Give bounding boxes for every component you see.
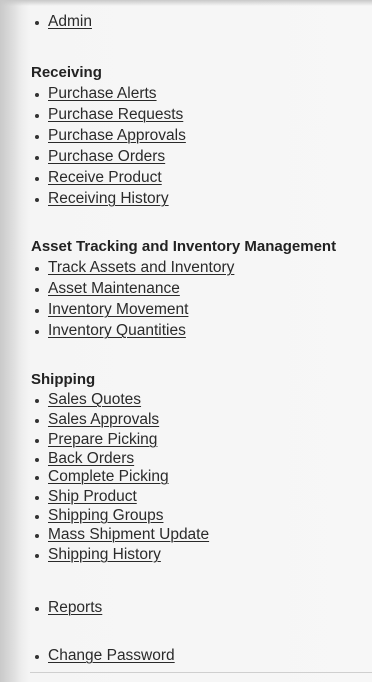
receive-product-link[interactable]: Receive Product [48,169,162,186]
bottom-divider [30,672,372,673]
inventory-movement-link[interactable]: Inventory Movement [48,301,188,318]
menu-item-receiving-history: Receiving History [34,188,186,209]
menu-item-ship-product: Ship Product [34,487,209,506]
asset-tracking-section: Asset Tracking and Inventory Management … [31,237,337,341]
receiving-list: Purchase Alerts Purchase Requests Purcha… [34,83,186,209]
menu-item-inventory-movement: Inventory Movement [34,299,336,320]
asset-maintenance-link[interactable]: Asset Maintenance [48,280,180,297]
reports-list: Reports [34,597,102,619]
change-password-section: Change Password [34,645,175,667]
shipping-section: Shipping Sales Quotes Sales Approvals Pr… [31,370,209,565]
nav-panel: Admin Receiving Purchase Alerts Purchase… [0,0,372,682]
reports-link[interactable]: Reports [48,599,102,616]
menu-item-receive-product: Receive Product [34,167,186,188]
asset-tracking-list: Track Assets and Inventory Asset Mainten… [34,257,336,341]
prepare-picking-link[interactable]: Prepare Picking [48,431,157,448]
inventory-quantities-link[interactable]: Inventory Quantities [48,322,186,339]
shipping-heading: Shipping [31,371,96,388]
receiving-section: Receiving Purchase Alerts Purchase Reque… [31,63,186,209]
menu-item-asset-maintenance: Asset Maintenance [34,278,336,299]
receiving-history-link[interactable]: Receiving History [48,190,169,207]
change-password-list: Change Password [34,645,175,667]
complete-picking-link[interactable]: Complete Picking [48,468,169,485]
menu-item-change-password: Change Password [34,645,175,667]
asset-tracking-heading: Asset Tracking and Inventory Management [31,238,337,255]
menu-item-shipping-groups: Shipping Groups [34,506,209,525]
menu-item-mass-shipment-update: Mass Shipment Update [34,525,209,545]
top-shadow [0,0,372,6]
track-assets-link[interactable]: Track Assets and Inventory [48,259,234,276]
back-orders-link[interactable]: Back Orders [48,450,134,467]
menu-item-inventory-quantities: Inventory Quantities [34,320,336,341]
menu-item-purchase-requests: Purchase Requests [34,104,186,125]
admin-list: Admin [34,11,92,33]
purchase-alerts-link[interactable]: Purchase Alerts [48,85,157,102]
purchase-approvals-link[interactable]: Purchase Approvals [48,127,186,144]
ship-product-link[interactable]: Ship Product [48,488,137,505]
shipping-list: Sales Quotes Sales Approvals Prepare Pic… [34,390,209,565]
menu-item-reports: Reports [34,597,102,619]
menu-item-prepare-picking: Prepare Picking [34,430,209,450]
shipping-groups-link[interactable]: Shipping Groups [48,507,163,524]
menu-item-purchase-orders: Purchase Orders [34,146,186,167]
admin-link[interactable]: Admin [48,13,92,30]
reports-section: Reports [34,597,102,619]
menu-item-admin: Admin [34,11,92,33]
shipping-history-link[interactable]: Shipping History [48,546,161,563]
change-password-link[interactable]: Change Password [48,647,175,664]
admin-section: Admin [34,11,92,33]
purchase-orders-link[interactable]: Purchase Orders [48,148,165,165]
menu-item-complete-picking: Complete Picking [34,467,209,487]
menu-item-purchase-alerts: Purchase Alerts [34,83,186,104]
menu-item-sales-quotes: Sales Quotes [34,390,209,410]
purchase-requests-link[interactable]: Purchase Requests [48,106,183,123]
menu-item-purchase-approvals: Purchase Approvals [34,125,186,146]
menu-item-shipping-history: Shipping History [34,545,209,565]
mass-shipment-update-link[interactable]: Mass Shipment Update [48,526,209,543]
sales-approvals-link[interactable]: Sales Approvals [48,411,159,428]
receiving-heading: Receiving [31,64,102,81]
menu-item-sales-approvals: Sales Approvals [34,410,209,430]
menu-item-track-assets: Track Assets and Inventory [34,257,336,278]
menu-item-back-orders: Back Orders [34,450,209,467]
sales-quotes-link[interactable]: Sales Quotes [48,391,141,408]
